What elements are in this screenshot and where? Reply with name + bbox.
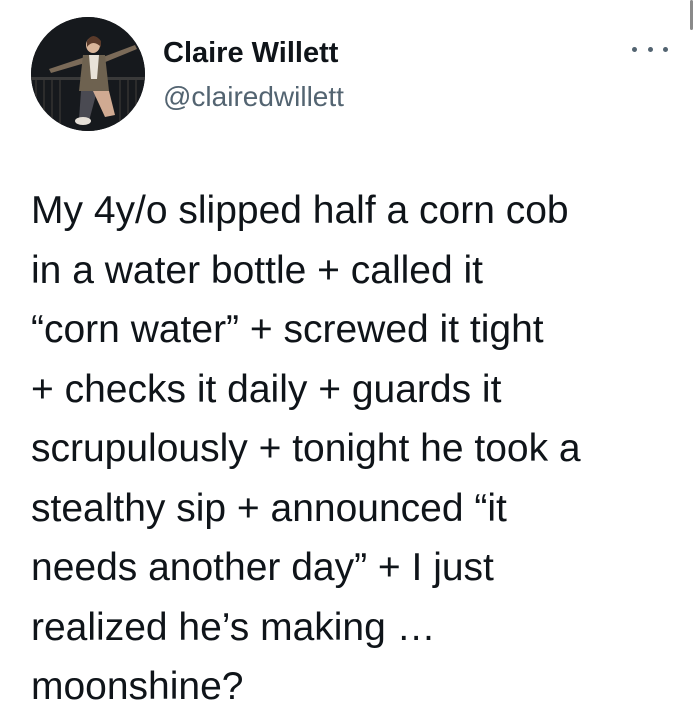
tweet-text: My 4y/o slipped half a corn cob in a wat… <box>31 181 681 717</box>
dot <box>632 46 637 52</box>
author-handle[interactable]: @clairedwillett <box>163 80 344 114</box>
scrollbar[interactable] <box>690 0 693 30</box>
tweet-text-line: stealthy sip + announced “it <box>31 486 507 530</box>
dot <box>647 46 653 52</box>
tweet-text-line: realized he’s making … <box>31 605 436 649</box>
tweet-text-line: moonshine? <box>31 665 244 708</box>
dot <box>663 46 668 52</box>
tweet-text-line: needs another day” + I just <box>31 546 494 589</box>
more-options-icon[interactable] <box>632 36 668 62</box>
tweet-text-line: + checks it daily + guards it <box>31 367 502 411</box>
tweet-text-line: in a water bottle + called it <box>31 248 484 292</box>
author-name[interactable]: Claire Willett <box>163 36 338 70</box>
tweet-card: Claire Willett @clairedwillett My 4y/o s… <box>0 0 700 708</box>
avatar[interactable] <box>31 17 145 131</box>
tweet-text-line: My 4y/o slipped half a corn cob <box>31 189 569 232</box>
tweet-text-line: scrupulously + tonight he took a <box>31 427 581 470</box>
tweet-text-line: “corn water” + screwed it tight <box>31 308 544 351</box>
avatar-photo <box>31 17 145 131</box>
